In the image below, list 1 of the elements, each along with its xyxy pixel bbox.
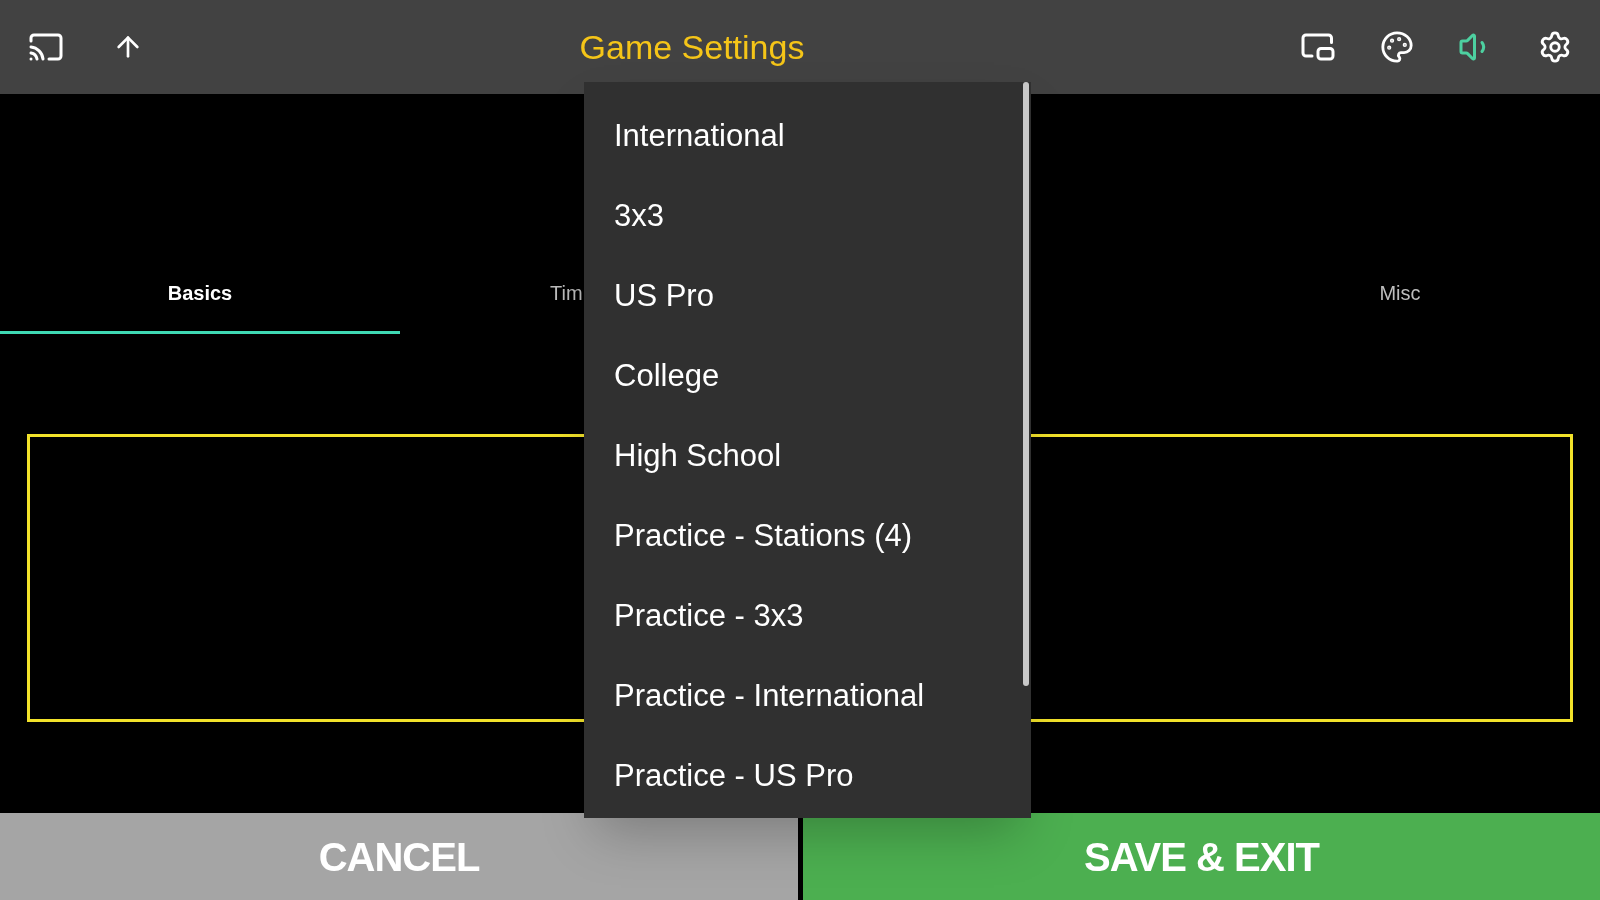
app-title: Game Settings <box>579 26 805 68</box>
